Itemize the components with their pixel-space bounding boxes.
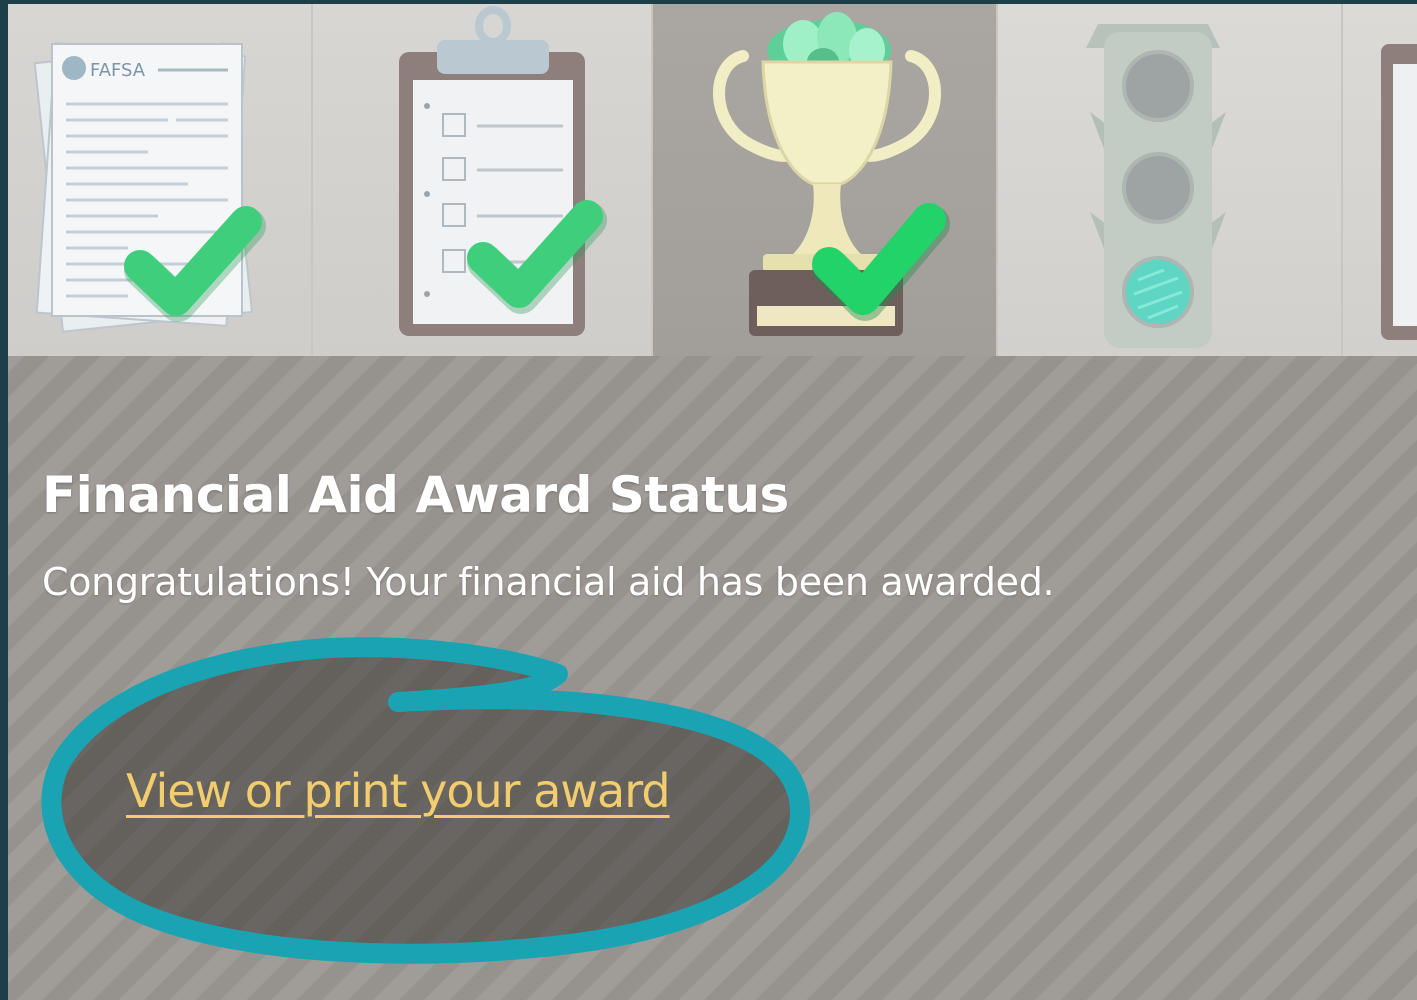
step-award[interactable] [653, 4, 998, 356]
status-message: Congratulations! Your financial aid has … [42, 560, 1055, 604]
trophy-icon [713, 12, 950, 336]
traffic-light-icon [1086, 24, 1226, 348]
view-print-award-link[interactable]: View or print your award [126, 764, 671, 818]
document-icon [1381, 44, 1417, 340]
step-document[interactable] [1343, 4, 1417, 356]
status-title: Financial Aid Award Status [42, 466, 789, 524]
award-status-panel: FAFSA Financial Aid Award Status Congrat… [8, 4, 1417, 1000]
step-fafsa[interactable]: FAFSA [8, 4, 313, 356]
progress-steps: FAFSA [8, 4, 1417, 356]
step-status-light[interactable] [998, 4, 1343, 356]
clipboard-checklist-icon [399, 6, 607, 336]
step-checklist[interactable] [313, 4, 653, 356]
fafsa-heading: FAFSA [90, 60, 146, 81]
fafsa-form-icon: FAFSA [33, 42, 266, 333]
